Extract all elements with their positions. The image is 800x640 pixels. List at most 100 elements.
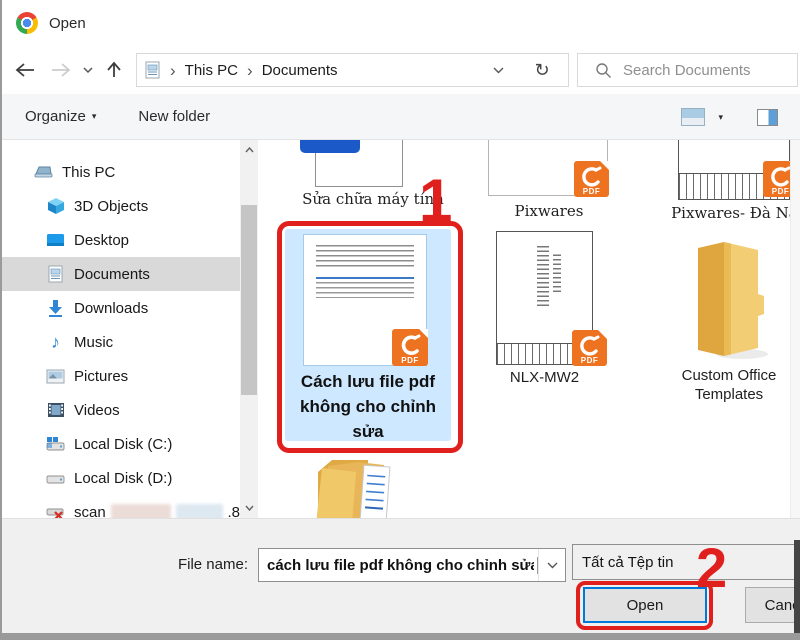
document-icon (145, 61, 161, 80)
sidebar-item-desktop[interactable]: Desktop (0, 223, 240, 257)
sidebar-item-downloads[interactable]: Downloads (0, 291, 240, 325)
sidebar-item-label: Pictures (74, 368, 128, 385)
cube-icon (46, 197, 65, 216)
cancel-button[interactable]: Cancel (745, 587, 800, 623)
file-item-pixwares-da-nang[interactable]: PDF Pixwares- Đà Nẵng (656, 140, 790, 228)
pdf-file-icon: PDF (572, 330, 607, 366)
sidebar-item-local-disk-c[interactable]: Local Disk (C:) (0, 427, 240, 461)
file-list: Sửa chữa máy tính PDF Pixwares P (258, 140, 790, 518)
file-type-dropdown[interactable]: Tất cả Tệp tin (572, 544, 800, 580)
back-arrow-icon (14, 62, 36, 78)
navigation-sidebar: This PC 3D Objects Desktop Documents Dow… (0, 140, 240, 518)
up-arrow-icon (106, 61, 122, 79)
chevron-down-icon (493, 67, 504, 74)
breadcrumb-this-pc[interactable]: This PC (185, 62, 238, 79)
new-folder-button[interactable]: New folder (138, 108, 210, 125)
command-toolbar: Organize ▾ New folder ▾ (0, 94, 800, 140)
breadcrumb-documents[interactable]: Documents (262, 62, 338, 79)
search-icon (595, 62, 612, 79)
window-title: Open (49, 15, 86, 32)
title-bar: Open (0, 0, 800, 46)
sidebar-item-pictures[interactable]: Pictures (0, 359, 240, 393)
dialog-footer: File name: cách lưu file pdf không cho c… (0, 518, 800, 633)
sidebar-item-label: Desktop (74, 232, 129, 249)
organize-button[interactable]: Organize ▾ (25, 108, 96, 125)
film-icon (46, 401, 65, 420)
file-name: Pixwares- Đà Nẵng (656, 204, 790, 223)
new-folder-label: New folder (138, 108, 210, 125)
sidebar-item-label: This PC (62, 164, 115, 181)
sidebar-item-label: Music (74, 334, 113, 351)
forward-arrow-icon (50, 62, 72, 78)
back-button[interactable] (6, 54, 44, 86)
chevron-down-icon (547, 562, 558, 569)
address-dropdown-button[interactable] (493, 61, 504, 79)
file-type-value: Tất cả Tệp tin (582, 554, 673, 571)
up-button[interactable] (98, 54, 130, 86)
file-name-value: cách lưu file pdf không cho chỉnh sửa (267, 557, 534, 574)
desktop-icon (46, 231, 65, 250)
sidebar-item-videos[interactable]: Videos (0, 393, 240, 427)
window-border-bottom (0, 633, 800, 640)
file-name: Pixwares (484, 202, 614, 221)
recent-locations-button[interactable] (78, 54, 98, 86)
sidebar-item-this-pc[interactable]: This PC (0, 155, 240, 189)
music-note-icon: ♪ (46, 333, 65, 352)
pdf-file-icon: PDF (763, 161, 790, 197)
document-icon (46, 265, 65, 284)
sidebar-scrollbar[interactable] (240, 140, 258, 518)
scrollbar-thumb[interactable] (241, 205, 257, 395)
drive-icon (46, 469, 65, 488)
file-name-dropdown-button[interactable] (538, 549, 565, 581)
file-name: NLX-MW2 (491, 368, 598, 387)
sidebar-item-3d-objects[interactable]: 3D Objects (0, 189, 240, 223)
annotation-step-1: 1 (419, 172, 452, 229)
sidebar-item-music[interactable]: ♪ Music (0, 325, 240, 359)
annotation-box-selected-file (277, 221, 463, 453)
change-view-button[interactable]: ▾ (681, 108, 723, 126)
file-item-nlx-mw2[interactable]: PDF NLX-MW2 (491, 231, 598, 391)
filelist-scrollbar[interactable] (790, 140, 800, 518)
folder-name: Custom Office Templates (654, 366, 790, 404)
pdf-file-icon: PDF (574, 161, 609, 197)
window-edge (794, 540, 800, 633)
file-name-label: File name: (100, 556, 248, 573)
search-placeholder: Search Documents (623, 62, 751, 79)
preview-pane-icon[interactable] (757, 109, 778, 126)
blue-tag-icon (300, 140, 360, 153)
scroll-up-icon[interactable] (240, 142, 258, 158)
sidebar-item-label: Local Disk (C:) (74, 436, 172, 453)
annotation-box-open-button (576, 581, 713, 630)
folder-icon (684, 238, 770, 360)
refresh-icon: ↻ (534, 60, 549, 81)
open-file-dialog: Open › This PC › Documents (0, 0, 800, 640)
window-border-left (0, 0, 2, 640)
breadcrumb-separator: › (161, 62, 185, 79)
caret-down-icon: ▾ (92, 111, 97, 122)
chrome-icon (16, 12, 38, 34)
folder-item-custom-office-templates[interactable]: Custom Office Templates (654, 238, 790, 408)
computer-icon (34, 163, 53, 182)
drive-windows-icon (46, 435, 65, 454)
sidebar-item-label: Downloads (74, 300, 148, 317)
sidebar-item-documents[interactable]: Documents (0, 257, 240, 291)
address-bar[interactable]: › This PC › Documents (136, 53, 517, 87)
chevron-down-icon (83, 67, 93, 74)
sidebar-item-label: Documents (74, 266, 150, 283)
breadcrumb-separator: › (238, 62, 262, 79)
sidebar-item-label: Videos (74, 402, 120, 419)
refresh-button[interactable]: ↻ (516, 53, 569, 87)
sidebar-item-label: Local Disk (D:) (74, 470, 172, 487)
file-item-pixwares[interactable]: PDF Pixwares (484, 140, 614, 226)
navigation-bar: › This PC › Documents ↻ Search Documents (0, 46, 800, 94)
sidebar-item-label: 3D Objects (74, 198, 148, 215)
scroll-down-icon[interactable] (240, 500, 258, 516)
thumbnail-view-icon (681, 108, 705, 126)
file-name-input[interactable]: cách lưu file pdf không cho chỉnh sửa (258, 548, 566, 582)
search-box[interactable]: Search Documents (577, 53, 798, 87)
folder-with-documents-icon[interactable] (310, 456, 402, 518)
download-arrow-icon (46, 299, 65, 318)
sidebar-item-local-disk-d[interactable]: Local Disk (D:) (0, 461, 240, 495)
organize-label: Organize (25, 108, 86, 125)
forward-button[interactable] (44, 54, 78, 86)
